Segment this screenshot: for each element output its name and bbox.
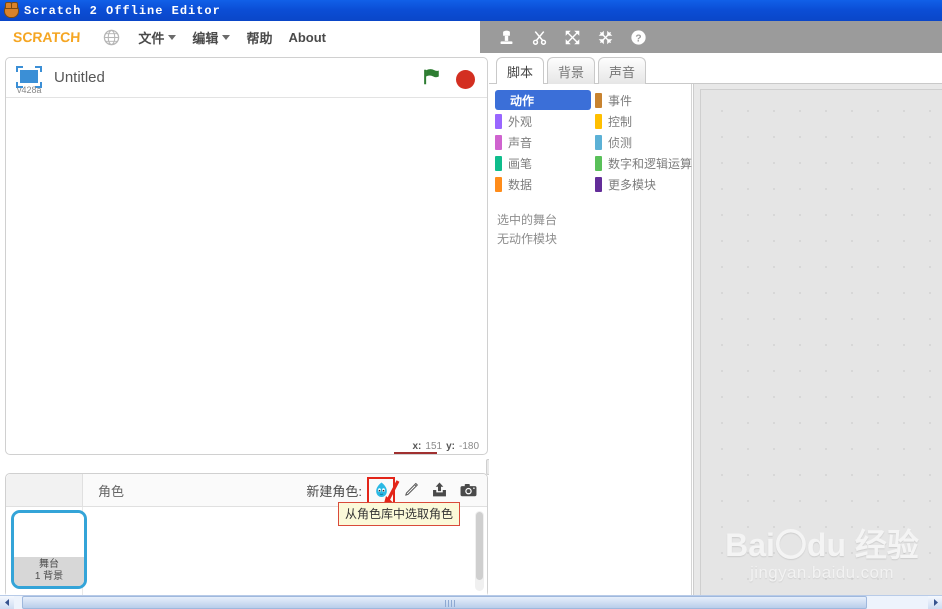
sprite-library-tooltip: 从角色库中选取角色 [338,502,461,526]
category-operators[interactable]: 数字和逻辑运算 [595,153,695,173]
stage-canvas[interactable]: x: 151 y: -180 [6,98,487,454]
menu-item-edit[interactable]: 编辑 [192,28,231,47]
stage-thumbnail-preview [14,513,84,557]
menu-item-edit-label: 编辑 [192,30,219,46]
coord-y-label: y: [446,441,455,452]
scratch-editor-window: Scratch 2 Offline Editor SCRATCH 文件 编辑 帮… [0,0,942,609]
sprite-header-left-cell [6,474,83,506]
block-category-grid: 动作 事件 外观 控制 声音 侦测 画笔 数字和逻辑运算 数据 更多模块 [495,90,692,194]
category-motion-label: 动作 [510,93,535,108]
category-pen[interactable]: 画笔 [495,153,591,173]
category-sensing-swatch [595,134,602,150]
category-sensing-label: 侦测 [608,135,633,150]
category-motion-swatch [495,93,504,108]
upload-sprite-icon[interactable] [428,480,450,501]
window-title-bar: Scratch 2 Offline Editor [0,0,942,21]
palette-selected-target: 选中的舞台 [497,213,558,227]
scroll-right-button[interactable] [928,596,942,609]
category-more-blocks-swatch [595,176,602,192]
new-sprite-label: 新建角色: [306,484,362,499]
tab-scripts[interactable]: 脚本 [496,57,544,84]
menu-bar-left: SCRATCH 文件 编辑 帮助 About [0,21,342,53]
help-icon[interactable]: ? [627,27,649,48]
right-panel: 动作 事件 外观 控制 声音 侦测 画笔 数字和逻辑运算 数据 更多模块 选中的… [489,83,942,598]
sprite-pane: 角色 新建角色: 舞台 1 背景 [5,473,488,597]
project-name[interactable]: Untitled [54,69,105,86]
tab-sounds[interactable]: 声音 [598,57,646,84]
palette-status-messages: 选中的舞台 无动作模块 [497,211,557,249]
category-looks-swatch [495,113,502,129]
coord-x-label: x: [412,441,422,452]
category-looks[interactable]: 外观 [495,111,591,131]
category-more-blocks-label: 更多模块 [608,177,657,192]
category-data[interactable]: 数据 [495,174,591,194]
category-pen-label: 画笔 [508,156,533,171]
tab-backdrops[interactable]: 背景 [547,57,595,84]
stop-sign-icon[interactable] [456,70,475,89]
toolbar-icons: ? [495,21,649,53]
category-sound-label: 声音 [508,135,533,150]
stage-list-item-meta: 舞台 1 背景 [14,557,84,586]
scratch-cat-icon [4,2,19,18]
category-data-swatch [495,176,502,192]
scratch-logo[interactable]: SCRATCH [8,28,86,46]
scrollbar-grip [444,600,455,607]
window-horizontal-scrollbar[interactable] [0,595,942,609]
chevron-down-icon [168,34,177,40]
stage-controls [421,67,475,92]
grow-icon[interactable] [561,27,583,48]
sprite-list-scrollbar[interactable] [475,511,484,591]
category-control-swatch [595,113,602,129]
category-data-label: 数据 [508,177,533,192]
block-palette: 动作 事件 外观 控制 声音 侦测 画笔 数字和逻辑运算 数据 更多模块 选中的… [489,84,692,598]
coord-underline [394,452,437,454]
scrollbar-track[interactable] [14,596,928,609]
category-sound[interactable]: 声音 [495,132,591,152]
category-events-swatch [595,92,602,108]
globe-icon[interactable] [103,29,120,46]
mouse-coordinates: x: 151 y: -180 [412,441,479,452]
sprite-list-scrollbar-thumb[interactable] [476,512,483,580]
category-pen-swatch [495,155,502,171]
category-motion[interactable]: 动作 [495,90,591,110]
version-label: v428a [17,85,42,95]
menu-item-file[interactable]: 文件 [138,28,177,47]
category-control-label: 控制 [608,114,633,129]
stage-panel: v428a Untitled x: 151 y: -180 [5,57,488,455]
sprite-pane-title: 角色 [98,483,125,499]
menu-item-file-label: 文件 [138,30,165,46]
scripts-workspace-canvas[interactable] [700,89,942,598]
palette-no-blocks: 无动作模块 [497,232,558,246]
stamp-icon[interactable] [495,27,517,48]
svg-text:?: ? [635,33,641,44]
coord-y-value: -180 [458,441,479,452]
menu-item-help[interactable]: 帮助 [246,28,272,47]
window-title: Scratch 2 Offline Editor [24,3,221,18]
category-sound-swatch [495,134,502,150]
stage-list-item[interactable]: 舞台 1 背景 [11,510,87,589]
scissors-icon[interactable] [528,27,550,48]
coord-x-value: 151 [425,441,443,452]
scrollbar-thumb[interactable] [22,596,867,609]
category-events-label: 事件 [608,93,633,108]
category-events[interactable]: 事件 [595,90,695,110]
scroll-left-button[interactable] [0,596,14,609]
camera-sprite-icon[interactable] [457,480,479,501]
category-looks-label: 外观 [508,114,533,129]
menu-bar: SCRATCH 文件 编辑 帮助 About ? [0,21,942,53]
stage-header: v428a Untitled [6,58,487,98]
category-control[interactable]: 控制 [595,111,695,131]
scripts-workspace[interactable] [693,84,942,598]
category-more-blocks[interactable]: 更多模块 [595,174,695,194]
stage-list-item-subtitle: 1 背景 [34,571,64,582]
green-flag-icon[interactable] [421,67,442,92]
menu-item-about[interactable]: About [288,30,326,45]
category-operators-swatch [595,155,602,171]
editor-tabs: 脚本 背景 声音 [496,57,646,84]
category-operators-label: 数字和逻辑运算 [608,156,693,171]
category-sensing[interactable]: 侦测 [595,132,695,152]
chevron-down-icon [222,34,231,40]
shrink-icon[interactable] [594,27,616,48]
stage-list-item-title: 舞台 [39,559,59,570]
